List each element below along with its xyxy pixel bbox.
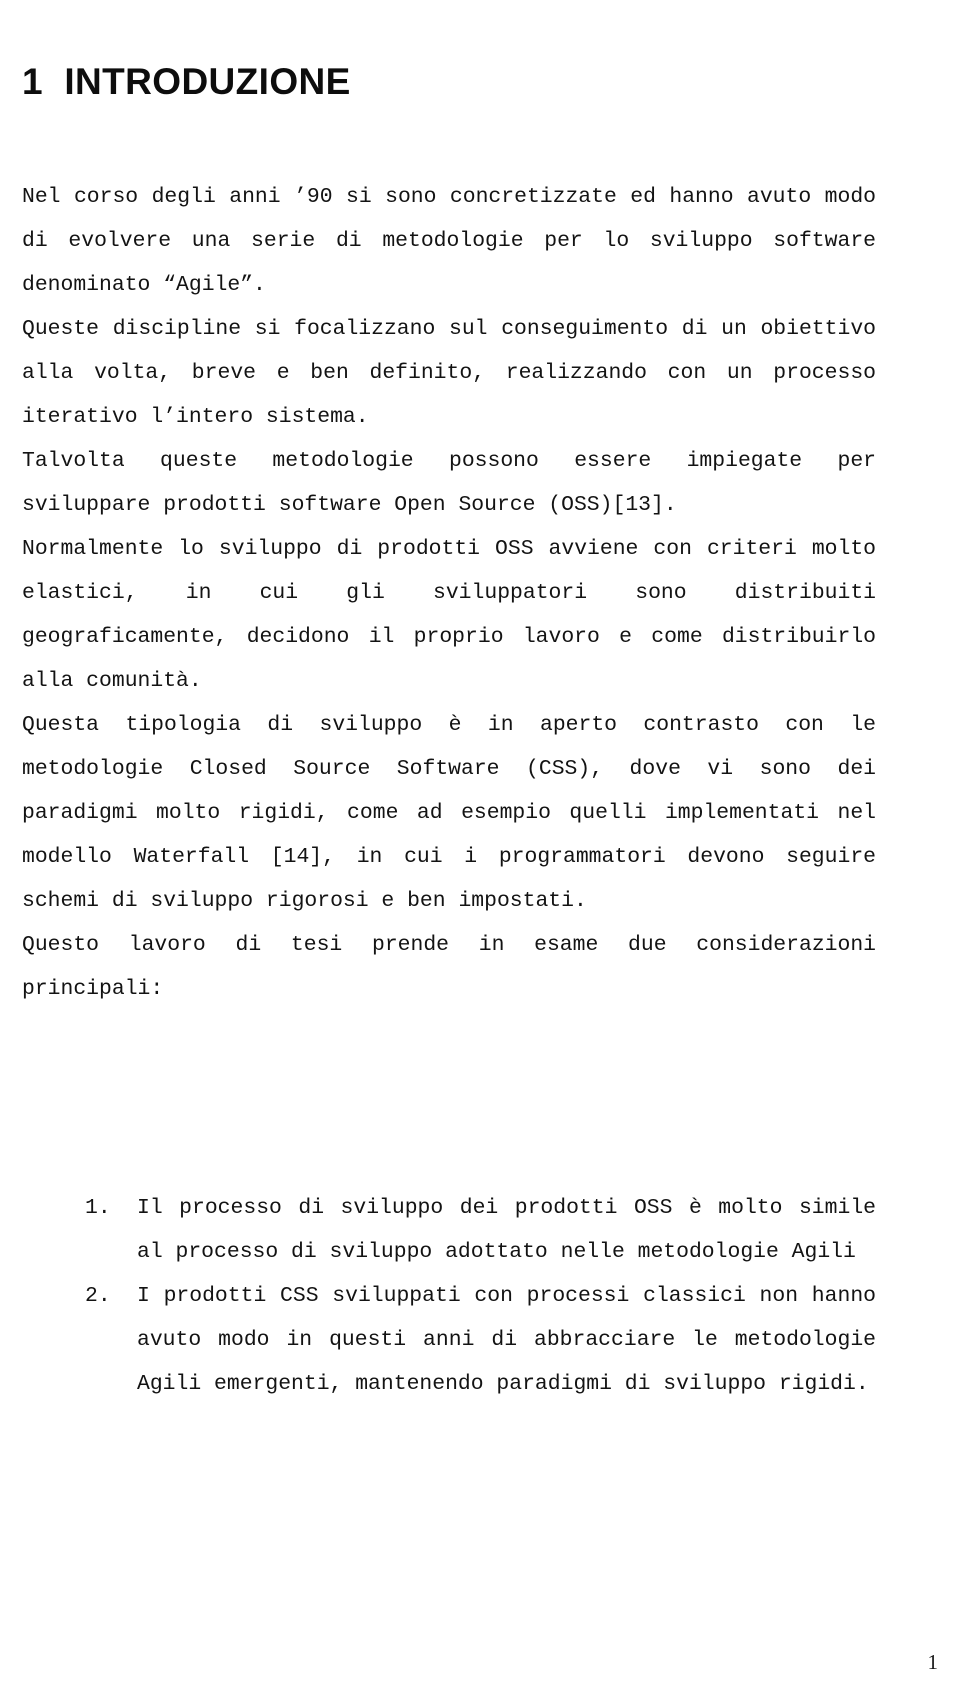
- paragraph-3: Talvolta queste metodologie possono esse…: [22, 449, 876, 517]
- list-item-text: I prodotti CSS sviluppati con processi c…: [137, 1284, 876, 1396]
- page-title: 1 INTRODUZIONE: [22, 61, 351, 102]
- page-number: 1: [927, 1650, 939, 1674]
- numbered-list: 1. Il processo di sviluppo dei prodotti …: [22, 1186, 876, 1406]
- document-page: 1 INTRODUZIONE Nel corso degli anni ’90 …: [0, 0, 960, 1708]
- list-item: 2. I prodotti CSS sviluppati con process…: [22, 1274, 876, 1406]
- paragraph-1: Nel corso degli anni ’90 si sono concret…: [22, 185, 876, 297]
- list-item: 1. Il processo di sviluppo dei prodotti …: [22, 1186, 876, 1274]
- paragraph-2: Queste discipline si focalizzano sul con…: [22, 317, 876, 429]
- list-item-marker: 2.: [85, 1284, 111, 1308]
- paragraph-5: Questa tipologia di sviluppo è in aperto…: [22, 713, 876, 913]
- list-item-marker: 1.: [85, 1196, 111, 1220]
- paragraph-4: Normalmente lo sviluppo di prodotti OSS …: [22, 537, 876, 693]
- list-item-text: Il processo di sviluppo dei prodotti OSS…: [137, 1196, 876, 1264]
- body-text-block: Nel corso degli anni ’90 si sono concret…: [22, 175, 876, 1011]
- paragraph-6: Questo lavoro di tesi prende in esame du…: [22, 933, 876, 1001]
